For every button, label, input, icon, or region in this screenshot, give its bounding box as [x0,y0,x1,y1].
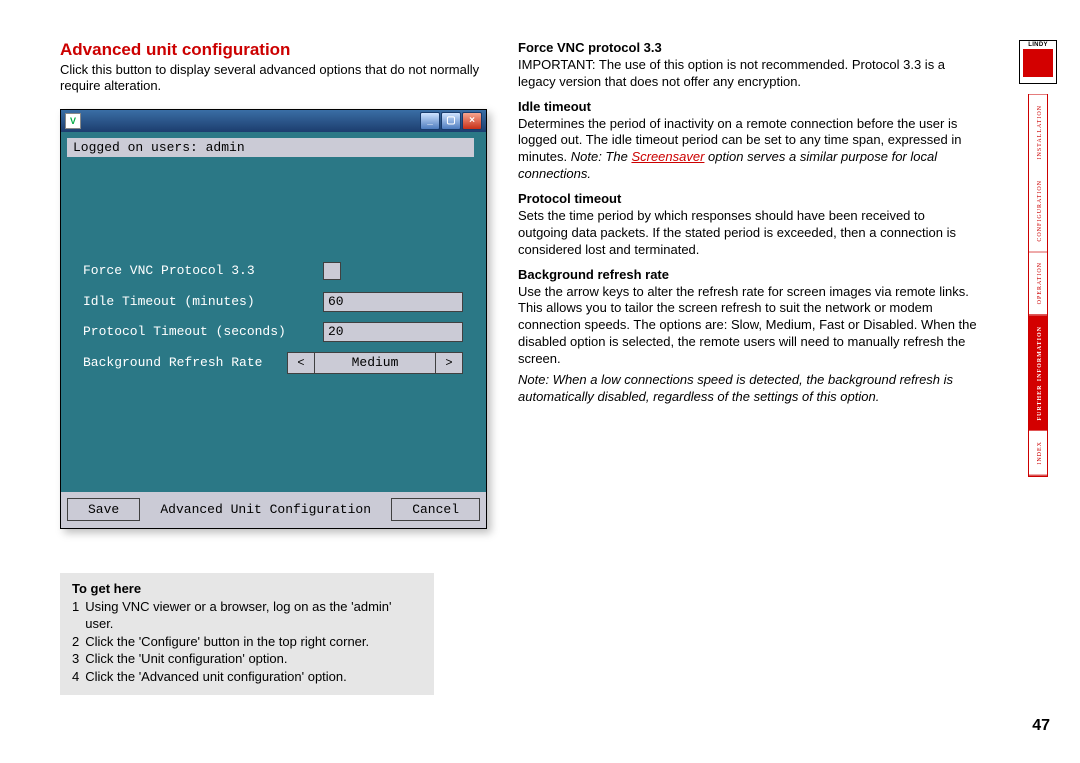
checkbox-force-vnc[interactable] [323,262,341,280]
nav-further-information[interactable]: further information [1029,316,1047,432]
nav-index[interactable]: index [1029,431,1047,476]
section-title: Advanced unit configuration [60,40,490,60]
desc-protocol-timeout: Protocol timeout Sets the time period by… [518,191,978,259]
nav-configuration[interactable]: configuration [1029,170,1047,253]
desc-refresh-rate: Background refresh rate Use the arrow ke… [518,267,978,406]
desc-idle-timeout: Idle timeout Determines the period of in… [518,99,978,183]
logged-on-users: Logged on users: admin [67,138,474,157]
help-box: To get here 1Using VNC viewer or a brows… [60,573,434,696]
maximize-button[interactable]: ▢ [441,112,461,130]
label-idle-timeout: Idle Timeout (minutes) [83,294,323,309]
window-caption: Advanced Unit Configuration [140,502,391,517]
arrow-right-icon[interactable]: > [435,352,463,374]
side-nav: LINDY installation configuration operati… [1026,40,1050,477]
help-title: To get here [72,581,422,596]
cancel-button[interactable]: Cancel [391,498,480,521]
row-idle-timeout: Idle Timeout (minutes) [83,292,463,312]
input-idle-timeout[interactable] [323,292,463,312]
row-refresh-rate: Background Refresh Rate < Medium > [83,352,463,374]
label-force-vnc: Force VNC Protocol 3.3 [83,263,323,278]
minimize-button[interactable]: _ [420,112,440,130]
help-step: 2Click the 'Configure' button in the top… [72,633,422,651]
nav-operation[interactable]: operation [1029,252,1047,315]
window-bottom-bar: Save Advanced Unit Configuration Cancel [61,492,486,528]
label-protocol-timeout: Protocol Timeout (seconds) [83,324,323,339]
input-protocol-timeout[interactable] [323,322,463,342]
desc-force-vnc: Force VNC protocol 3.3 IMPORTANT: The us… [518,40,978,91]
config-window: V _ ▢ × Logged on users: admin Force VNC… [60,109,487,529]
save-button[interactable]: Save [67,498,140,521]
help-step: 1Using VNC viewer or a browser, log on a… [72,598,422,633]
help-step: 3Click the 'Unit configuration' option. [72,650,422,668]
label-refresh-rate: Background Refresh Rate [83,355,287,370]
vnc-icon: V [65,113,81,129]
row-force-vnc: Force VNC Protocol 3.3 [83,262,463,280]
brand-logo: LINDY [1019,40,1057,84]
nav-installation[interactable]: installation [1029,95,1047,170]
window-titlebar: V _ ▢ × [61,110,486,132]
arrow-left-icon[interactable]: < [287,352,315,374]
section-intro: Click this button to display several adv… [60,62,490,95]
refresh-rate-value: Medium [315,352,435,374]
page-number: 47 [1032,717,1050,735]
help-step: 4Click the 'Advanced unit configuration'… [72,668,422,686]
screensaver-link[interactable]: Screensaver [631,149,704,164]
close-button[interactable]: × [462,112,482,130]
row-protocol-timeout: Protocol Timeout (seconds) [83,322,463,342]
